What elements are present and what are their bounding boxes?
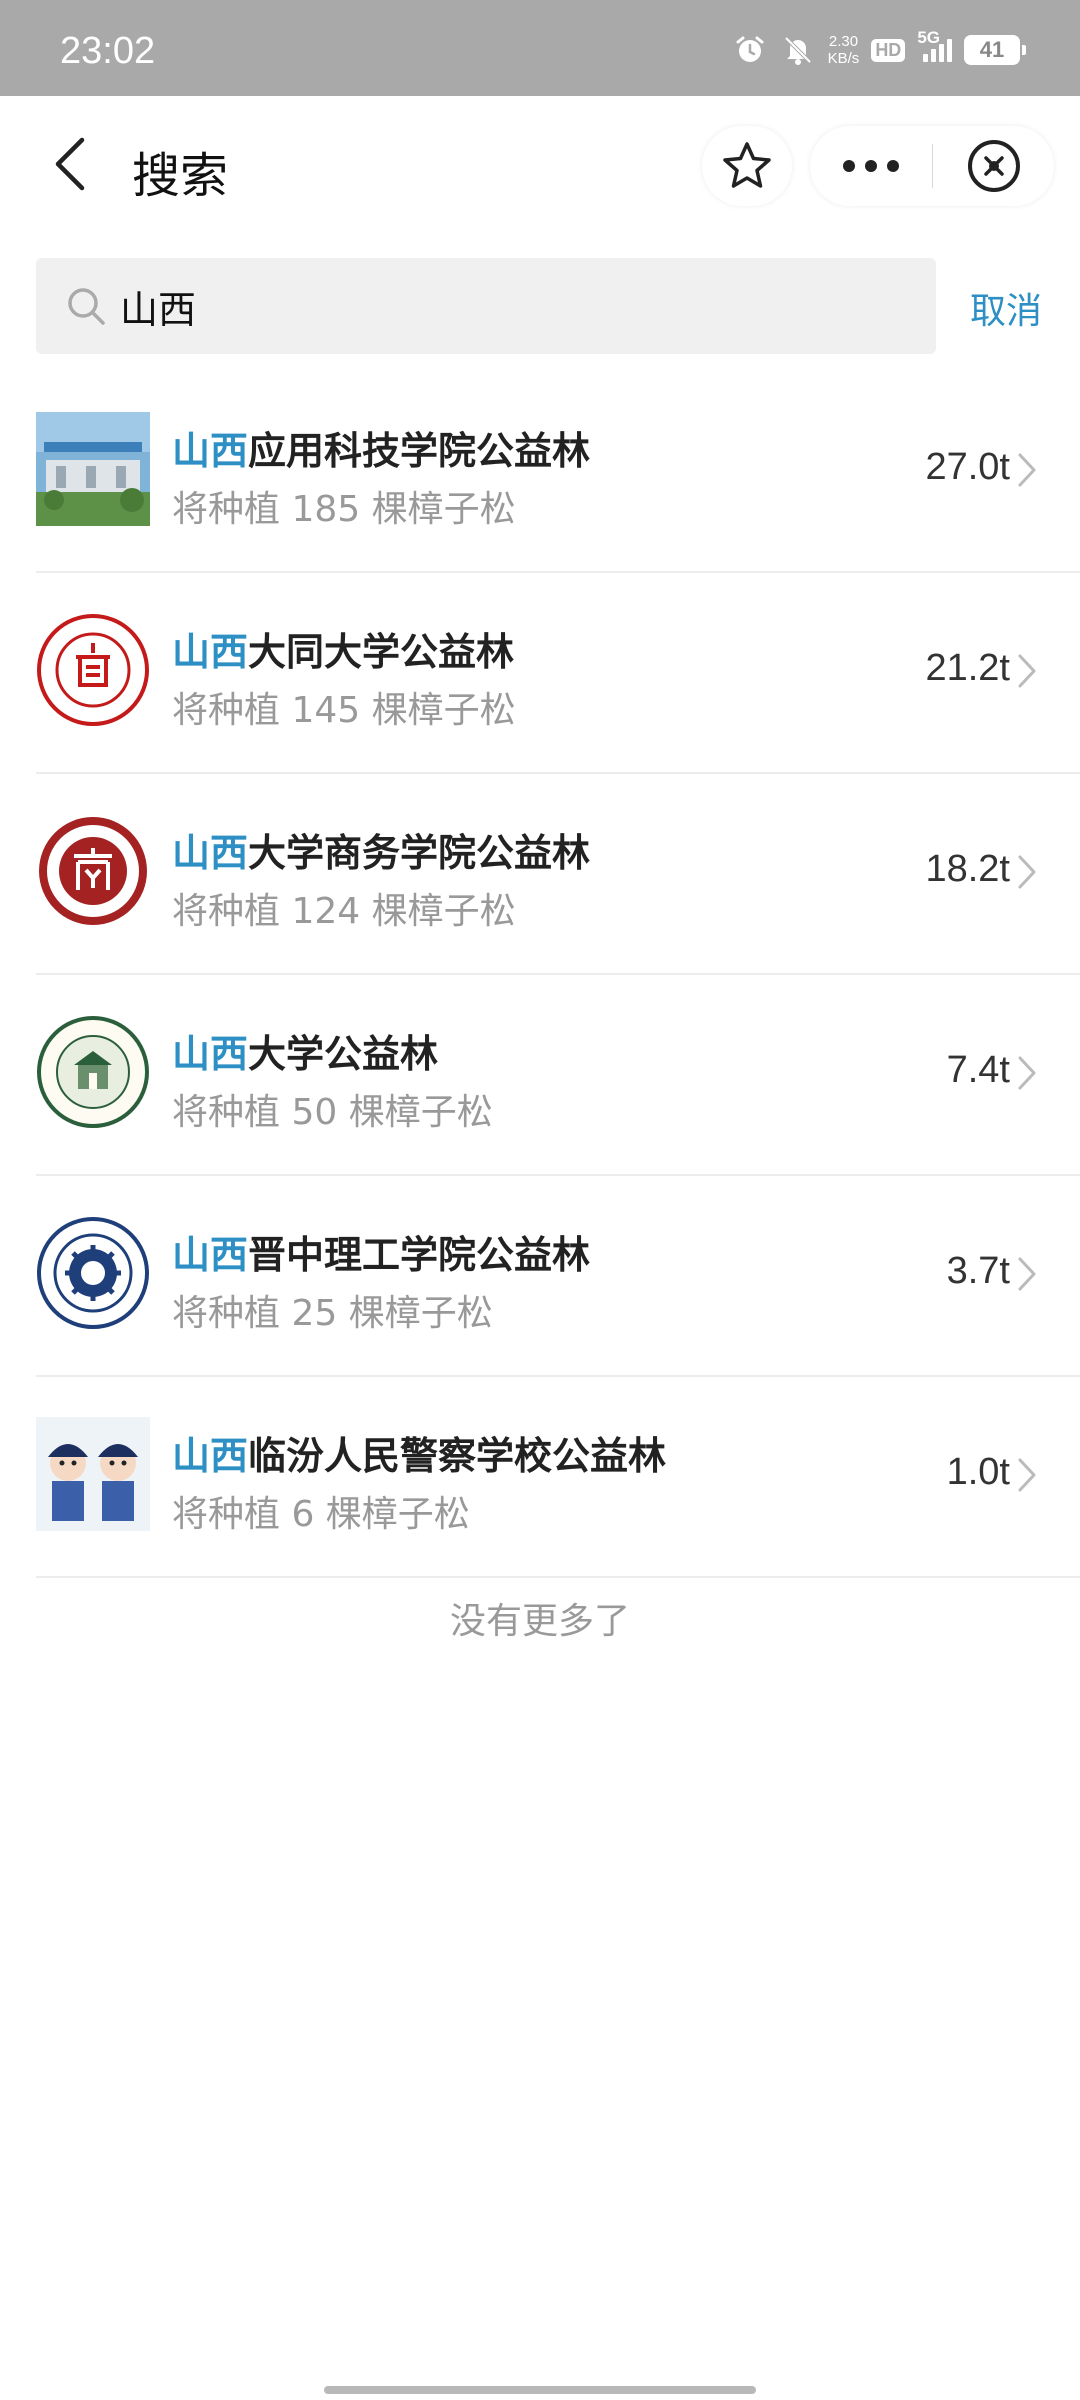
- item-value: 27.0t: [925, 446, 1010, 488]
- signal-icon: 5G: [917, 28, 952, 62]
- item-value: 7.4t: [946, 1049, 1010, 1091]
- result-list: 山西应用科技学院公益林 将种植 185 棵樟子松 27.0t 山西大同大学公益林…: [36, 372, 1080, 1578]
- item-thumbnail: [36, 1417, 150, 1531]
- item-thumbnail: [36, 412, 150, 526]
- chevron-right-icon: [1012, 1455, 1042, 1495]
- item-title-rest: 大学公益林: [248, 1032, 439, 1076]
- item-title-rest: 大同大学公益林: [248, 630, 515, 674]
- list-item[interactable]: 山西大同大学公益林 将种植 145 棵樟子松 21.2t: [36, 573, 1080, 774]
- mini-program-capsule: [810, 126, 1054, 206]
- chevron-right-icon: [1012, 1053, 1042, 1093]
- item-title-highlight: 山西: [172, 630, 249, 674]
- item-subtitle: 将种植 124 棵樟子松: [172, 891, 516, 932]
- list-item[interactable]: 山西应用科技学院公益林 将种植 185 棵樟子松 27.0t: [36, 372, 1080, 573]
- item-value: 1.0t: [946, 1451, 1010, 1493]
- item-title-highlight: 山西: [172, 1032, 249, 1076]
- item-title-rest: 大学商务学院公益林: [248, 831, 591, 875]
- nav-header: 搜索: [0, 96, 1080, 236]
- net-speed-unit: KB/s: [827, 50, 860, 67]
- item-thumbnail: [36, 1015, 150, 1129]
- hd-badge: HD: [871, 38, 906, 62]
- close-circle-icon: [967, 140, 1020, 192]
- item-value: 21.2t: [925, 647, 1010, 689]
- more-button[interactable]: [810, 126, 932, 206]
- close-button[interactable]: [933, 126, 1054, 206]
- item-title: 山西临汾人民警察学校公益林: [172, 1425, 666, 1480]
- list-item[interactable]: 山西大学公益林 将种植 50 棵樟子松 7.4t: [36, 975, 1080, 1176]
- no-more-text: 没有更多了: [449, 1601, 630, 1642]
- item-title: 山西大学商务学院公益林: [172, 822, 590, 877]
- item-thumbnail: [36, 814, 150, 928]
- item-title-highlight: 山西: [172, 429, 249, 473]
- page-title: 搜索: [132, 148, 229, 204]
- item-value: 3.7t: [946, 1250, 1010, 1292]
- item-subtitle: 将种植 25 棵樟子松: [172, 1293, 493, 1334]
- favorite-button[interactable]: [702, 126, 792, 206]
- search-input[interactable]: [120, 284, 900, 328]
- chevron-right-icon: [1012, 450, 1042, 490]
- item-title-highlight: 山西: [172, 831, 249, 875]
- search-bar[interactable]: [36, 258, 936, 354]
- battery-icon: 41: [964, 35, 1026, 65]
- item-subtitle: 将种植 145 棵樟子松: [172, 690, 516, 731]
- net-speed: 2.30 KB/s: [828, 33, 860, 67]
- item-title-rest: 晋中理工学院公益林: [248, 1233, 591, 1277]
- item-thumbnail: [36, 613, 150, 727]
- search-icon: [64, 284, 108, 328]
- item-title-rest: 临汾人民警察学校公益林: [248, 1434, 667, 1478]
- net-speed-value: 2.30: [828, 33, 859, 50]
- item-value: 18.2t: [925, 848, 1010, 890]
- battery-level: 41: [979, 37, 1005, 62]
- item-title: 山西大同大学公益林: [172, 621, 514, 676]
- status-bar: 23:02 2.30 KB/s HD 5G 41: [0, 0, 1080, 96]
- list-item[interactable]: 山西临汾人民警察学校公益林 将种植 6 棵樟子松 1.0t: [36, 1377, 1080, 1578]
- status-icons: 2.30 KB/s HD 5G 41: [732, 28, 1026, 70]
- network-type: 5G: [917, 27, 940, 47]
- alarm-icon: [732, 32, 768, 68]
- chevron-left-icon: [55, 137, 85, 191]
- chevron-right-icon: [1012, 1254, 1042, 1294]
- home-indicator[interactable]: [324, 2386, 756, 2394]
- item-title: 山西晋中理工学院公益林: [172, 1224, 590, 1279]
- list-item[interactable]: 山西大学商务学院公益林 将种植 124 棵樟子松 18.2t: [36, 774, 1080, 975]
- item-subtitle: 将种植 6 棵樟子松: [172, 1494, 470, 1535]
- more-dots-icon: [843, 160, 899, 172]
- item-title: 山西大学公益林: [172, 1023, 438, 1078]
- list-item[interactable]: 山西晋中理工学院公益林 将种植 25 棵樟子松 3.7t: [36, 1176, 1080, 1377]
- cancel-button[interactable]: 取消: [970, 282, 1042, 334]
- item-title-rest: 应用科技学院公益林: [248, 429, 591, 473]
- item-thumbnail: [36, 1216, 150, 1330]
- item-title-highlight: 山西: [172, 1233, 249, 1277]
- star-icon: [723, 142, 771, 188]
- item-title-highlight: 山西: [172, 1434, 249, 1478]
- item-title: 山西应用科技学院公益林: [172, 420, 590, 475]
- item-subtitle: 将种植 50 棵樟子松: [172, 1092, 493, 1133]
- chevron-right-icon: [1012, 852, 1042, 892]
- chevron-right-icon: [1012, 651, 1042, 691]
- item-subtitle: 将种植 185 棵樟子松: [172, 489, 516, 530]
- back-button[interactable]: [40, 132, 100, 196]
- status-time: 23:02: [60, 30, 156, 72]
- mute-bell-icon: [780, 32, 816, 68]
